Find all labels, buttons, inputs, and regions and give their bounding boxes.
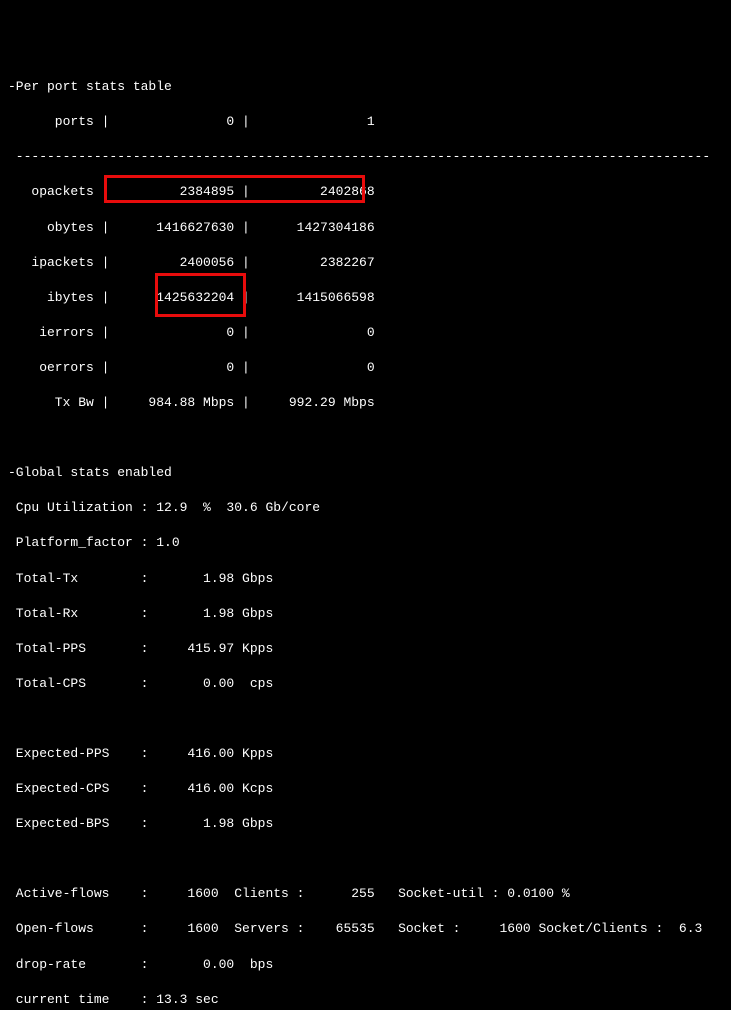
- row-total-pps: Total-PPS : 415.97 Kpps: [8, 641, 273, 656]
- row-open-flows: Open-flows : 1600 Servers : 65535 Socket…: [8, 921, 702, 936]
- row-opackets: opackets | 2384895 | 2402868: [8, 184, 375, 199]
- row-txbw: Tx Bw | 984.88 Mbps | 992.29 Mbps: [8, 395, 375, 410]
- row-total-rx: Total-Rx : 1.98 Gbps: [8, 606, 273, 621]
- row-obytes: obytes | 1416627630 | 1427304186: [8, 220, 375, 235]
- row-expected-bps: Expected-BPS : 1.98 Gbps: [8, 816, 273, 831]
- row-expected-pps: Expected-PPS : 416.00 Kpps: [8, 746, 273, 761]
- divider-top: ----------------------------------------…: [8, 149, 710, 164]
- ports-header-row: ports | 0 | 1: [8, 114, 375, 129]
- row-ipackets: ipackets | 2400056 | 2382267: [8, 255, 375, 270]
- section-title-per-port: -Per port stats table: [8, 79, 172, 94]
- row-total-cps: Total-CPS : 0.00 cps: [8, 676, 273, 691]
- row-active-flows: Active-flows : 1600 Clients : 255 Socket…: [8, 886, 570, 901]
- row-cpu-utilization: Cpu Utilization : 12.9 % 30.6 Gb/core: [8, 500, 320, 515]
- row-oerrors: oerrors | 0 | 0: [8, 360, 375, 375]
- row-platform-factor: Platform_factor : 1.0: [8, 535, 180, 550]
- row-drop-rate: drop-rate : 0.00 bps: [8, 957, 273, 972]
- section-title-global: -Global stats enabled: [8, 465, 172, 480]
- row-expected-cps: Expected-CPS : 416.00 Kcps: [8, 781, 273, 796]
- row-ierrors: ierrors | 0 | 0: [8, 325, 375, 340]
- row-current-time: current time : 13.3 sec: [8, 992, 219, 1007]
- row-ibytes: ibytes | 1425632204 | 1415066598: [8, 290, 375, 305]
- row-total-tx: Total-Tx : 1.98 Gbps: [8, 571, 273, 586]
